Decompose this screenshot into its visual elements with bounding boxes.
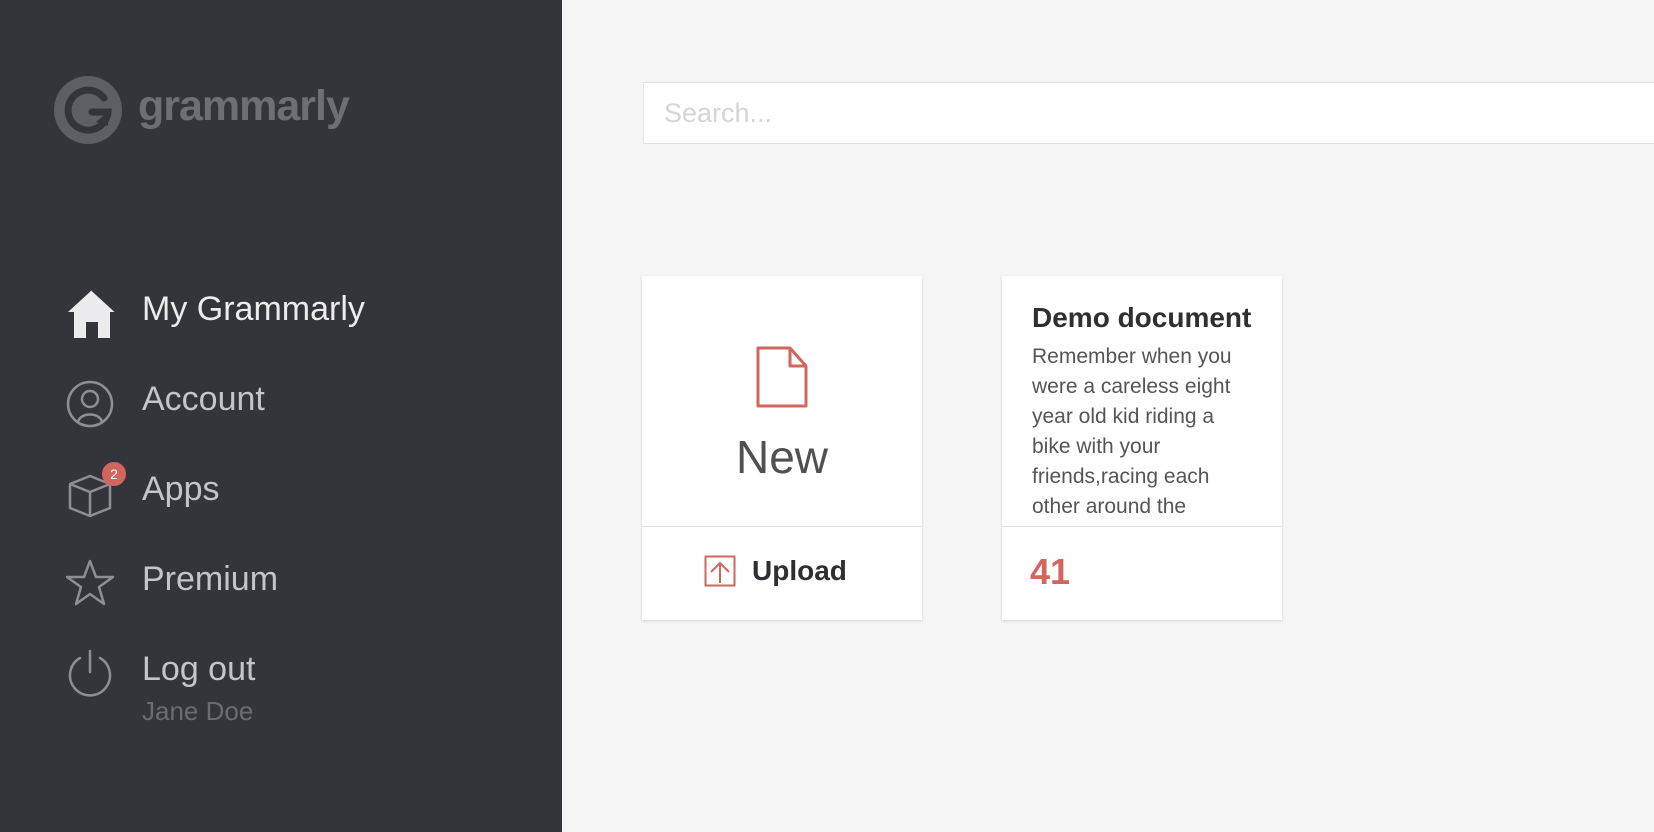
apps-badge: 2 (102, 462, 126, 486)
search-input[interactable] (644, 83, 1654, 143)
sidebar-item-label: Log out (142, 650, 256, 688)
grammarly-logo[interactable]: grammarly (52, 74, 350, 146)
document-preview[interactable]: Demo document Remember when you were a c… (1002, 276, 1282, 526)
sidebar-item-label: Account (142, 380, 265, 418)
document-card[interactable]: Demo document Remember when you were a c… (1002, 276, 1282, 620)
user-name: Jane Doe (142, 696, 254, 726)
search-bar (643, 82, 1654, 144)
sidebar-item-account[interactable]: Account (0, 372, 562, 462)
sidebar-item-label: Apps (142, 470, 220, 508)
sidebar-item-premium[interactable]: Premium (0, 552, 562, 642)
power-icon (68, 649, 112, 697)
sidebar-item-label: Premium (142, 560, 279, 598)
document-score: 41 (1030, 551, 1071, 592)
document-icon (756, 346, 808, 408)
upload-button[interactable]: Upload (704, 555, 847, 587)
new-label: New (735, 431, 829, 483)
star-icon (66, 559, 115, 606)
upload-icon (704, 555, 736, 587)
user-icon (66, 380, 114, 428)
new-document-card: New Upload (642, 276, 922, 620)
sidebar-nav: My Grammarly Account 2 Apps Premium Log … (0, 282, 562, 732)
new-document-button[interactable]: New (642, 276, 922, 526)
home-icon (68, 289, 117, 338)
sidebar: grammarly My Grammarly Account 2 Apps Pr… (0, 0, 562, 832)
sidebar-item-logout[interactable]: Log out Jane Doe (0, 642, 562, 732)
document-excerpt: Remember when you were a careless eight … (1032, 345, 1232, 518)
card-footer: Upload (642, 527, 922, 620)
sidebar-item-apps[interactable]: 2 Apps (0, 462, 562, 552)
document-title: Demo document (1032, 302, 1252, 333)
card-footer: 41 (1002, 527, 1282, 620)
brand-name: grammarly (138, 81, 350, 130)
sidebar-item-label: My Grammarly (142, 290, 365, 328)
sidebar-item-my-grammarly[interactable]: My Grammarly (0, 282, 562, 372)
upload-label: Upload (752, 555, 847, 586)
grammarly-logo-icon (54, 76, 122, 144)
